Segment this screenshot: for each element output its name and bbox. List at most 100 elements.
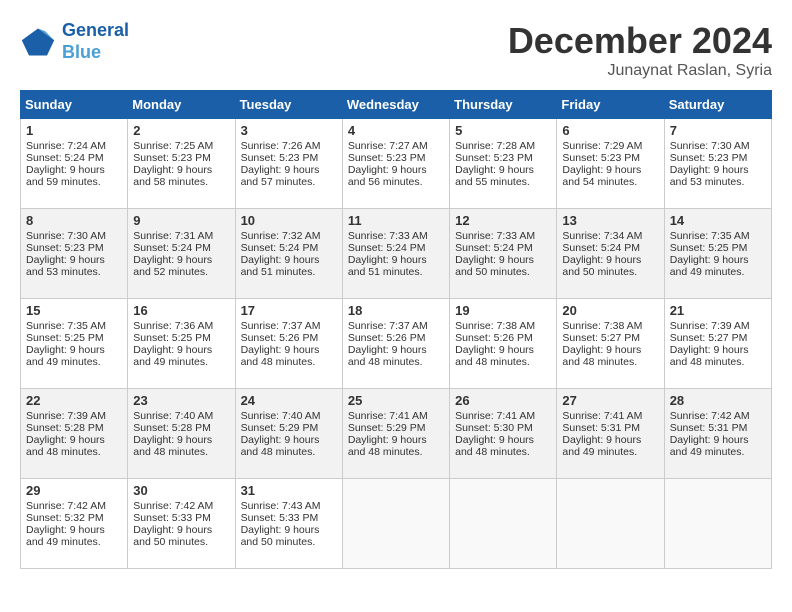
day-number: 22 bbox=[26, 393, 122, 408]
cell-line: Daylight: 9 hours bbox=[133, 254, 229, 266]
cell-line: and 54 minutes. bbox=[562, 176, 658, 188]
cell-line: and 49 minutes. bbox=[670, 266, 766, 278]
calendar-cell: 15Sunrise: 7:35 AMSunset: 5:25 PMDayligh… bbox=[21, 299, 128, 389]
cell-line: and 48 minutes. bbox=[133, 446, 229, 458]
calendar-cell: 8Sunrise: 7:30 AMSunset: 5:23 PMDaylight… bbox=[21, 209, 128, 299]
day-number: 7 bbox=[670, 123, 766, 138]
weekday-header: Sunday bbox=[21, 91, 128, 119]
cell-line: and 56 minutes. bbox=[348, 176, 444, 188]
weekday-header: Monday bbox=[128, 91, 235, 119]
cell-line: Daylight: 9 hours bbox=[241, 434, 337, 446]
calendar-cell: 29Sunrise: 7:42 AMSunset: 5:32 PMDayligh… bbox=[21, 479, 128, 569]
cell-line: Sunrise: 7:30 AM bbox=[670, 140, 766, 152]
cell-line: Sunset: 5:30 PM bbox=[455, 422, 551, 434]
cell-line: Sunrise: 7:42 AM bbox=[133, 500, 229, 512]
cell-line: and 58 minutes. bbox=[133, 176, 229, 188]
calendar-cell: 4Sunrise: 7:27 AMSunset: 5:23 PMDaylight… bbox=[342, 119, 449, 209]
cell-line: and 53 minutes. bbox=[26, 266, 122, 278]
cell-line: Daylight: 9 hours bbox=[455, 344, 551, 356]
calendar-cell: 25Sunrise: 7:41 AMSunset: 5:29 PMDayligh… bbox=[342, 389, 449, 479]
calendar-cell: 7Sunrise: 7:30 AMSunset: 5:23 PMDaylight… bbox=[664, 119, 771, 209]
cell-line: and 50 minutes. bbox=[241, 536, 337, 548]
cell-line: Daylight: 9 hours bbox=[670, 254, 766, 266]
cell-line: Daylight: 9 hours bbox=[26, 164, 122, 176]
day-number: 29 bbox=[26, 483, 122, 498]
cell-line: Sunset: 5:29 PM bbox=[348, 422, 444, 434]
day-number: 28 bbox=[670, 393, 766, 408]
cell-line: Sunset: 5:25 PM bbox=[133, 332, 229, 344]
cell-line: Sunset: 5:32 PM bbox=[26, 512, 122, 524]
cell-line: Sunrise: 7:31 AM bbox=[133, 230, 229, 242]
cell-line: Sunrise: 7:27 AM bbox=[348, 140, 444, 152]
cell-line: Sunset: 5:24 PM bbox=[348, 242, 444, 254]
cell-line: and 48 minutes. bbox=[348, 356, 444, 368]
day-number: 10 bbox=[241, 213, 337, 228]
cell-line: Daylight: 9 hours bbox=[455, 254, 551, 266]
day-number: 31 bbox=[241, 483, 337, 498]
day-number: 6 bbox=[562, 123, 658, 138]
cell-line: and 48 minutes. bbox=[241, 356, 337, 368]
day-number: 5 bbox=[455, 123, 551, 138]
cell-line: Sunset: 5:23 PM bbox=[133, 152, 229, 164]
cell-line: Sunset: 5:31 PM bbox=[562, 422, 658, 434]
day-number: 27 bbox=[562, 393, 658, 408]
cell-line: Sunset: 5:26 PM bbox=[455, 332, 551, 344]
calendar-cell bbox=[342, 479, 449, 569]
cell-line: and 48 minutes. bbox=[348, 446, 444, 458]
weekday-header: Wednesday bbox=[342, 91, 449, 119]
cell-line: Sunset: 5:31 PM bbox=[670, 422, 766, 434]
cell-line: and 48 minutes. bbox=[26, 446, 122, 458]
logo-text: General Blue bbox=[62, 20, 129, 63]
calendar-cell: 21Sunrise: 7:39 AMSunset: 5:27 PMDayligh… bbox=[664, 299, 771, 389]
calendar-week-row: 22Sunrise: 7:39 AMSunset: 5:28 PMDayligh… bbox=[21, 389, 772, 479]
cell-line: Sunset: 5:28 PM bbox=[133, 422, 229, 434]
cell-line: and 55 minutes. bbox=[455, 176, 551, 188]
cell-line: Sunrise: 7:38 AM bbox=[455, 320, 551, 332]
day-number: 8 bbox=[26, 213, 122, 228]
day-number: 25 bbox=[348, 393, 444, 408]
cell-line: Daylight: 9 hours bbox=[455, 164, 551, 176]
logo-icon bbox=[20, 24, 56, 60]
calendar-week-row: 1Sunrise: 7:24 AMSunset: 5:24 PMDaylight… bbox=[21, 119, 772, 209]
cell-line: and 49 minutes. bbox=[562, 446, 658, 458]
month-title: December 2024 bbox=[508, 20, 772, 62]
calendar-cell: 13Sunrise: 7:34 AMSunset: 5:24 PMDayligh… bbox=[557, 209, 664, 299]
cell-line: Sunrise: 7:35 AM bbox=[26, 320, 122, 332]
cell-line: Sunrise: 7:24 AM bbox=[26, 140, 122, 152]
cell-line: Daylight: 9 hours bbox=[670, 344, 766, 356]
cell-line: Sunset: 5:25 PM bbox=[26, 332, 122, 344]
cell-line: Sunrise: 7:41 AM bbox=[562, 410, 658, 422]
cell-line: Sunset: 5:26 PM bbox=[348, 332, 444, 344]
cell-line: Sunrise: 7:36 AM bbox=[133, 320, 229, 332]
cell-line: Sunrise: 7:34 AM bbox=[562, 230, 658, 242]
day-number: 30 bbox=[133, 483, 229, 498]
cell-line: Daylight: 9 hours bbox=[133, 164, 229, 176]
calendar-cell: 20Sunrise: 7:38 AMSunset: 5:27 PMDayligh… bbox=[557, 299, 664, 389]
cell-line: Sunrise: 7:43 AM bbox=[241, 500, 337, 512]
day-number: 24 bbox=[241, 393, 337, 408]
cell-line: Sunset: 5:24 PM bbox=[455, 242, 551, 254]
page-header: General Blue December 2024 Junaynat Rasl… bbox=[20, 20, 772, 80]
day-number: 26 bbox=[455, 393, 551, 408]
cell-line: Daylight: 9 hours bbox=[26, 254, 122, 266]
day-number: 20 bbox=[562, 303, 658, 318]
cell-line: Daylight: 9 hours bbox=[348, 164, 444, 176]
cell-line: Sunrise: 7:39 AM bbox=[26, 410, 122, 422]
cell-line: Sunrise: 7:32 AM bbox=[241, 230, 337, 242]
cell-line: and 48 minutes. bbox=[455, 356, 551, 368]
cell-line: Sunrise: 7:29 AM bbox=[562, 140, 658, 152]
cell-line: Sunset: 5:23 PM bbox=[455, 152, 551, 164]
cell-line: Daylight: 9 hours bbox=[455, 434, 551, 446]
cell-line: and 48 minutes. bbox=[562, 356, 658, 368]
cell-line: and 49 minutes. bbox=[26, 356, 122, 368]
cell-line: and 52 minutes. bbox=[133, 266, 229, 278]
calendar-cell: 22Sunrise: 7:39 AMSunset: 5:28 PMDayligh… bbox=[21, 389, 128, 479]
cell-line: and 49 minutes. bbox=[133, 356, 229, 368]
calendar-cell: 2Sunrise: 7:25 AMSunset: 5:23 PMDaylight… bbox=[128, 119, 235, 209]
day-number: 19 bbox=[455, 303, 551, 318]
cell-line: Sunset: 5:24 PM bbox=[26, 152, 122, 164]
cell-line: Daylight: 9 hours bbox=[133, 344, 229, 356]
cell-line: and 50 minutes. bbox=[562, 266, 658, 278]
cell-line: and 49 minutes. bbox=[26, 536, 122, 548]
cell-line: Sunset: 5:28 PM bbox=[26, 422, 122, 434]
